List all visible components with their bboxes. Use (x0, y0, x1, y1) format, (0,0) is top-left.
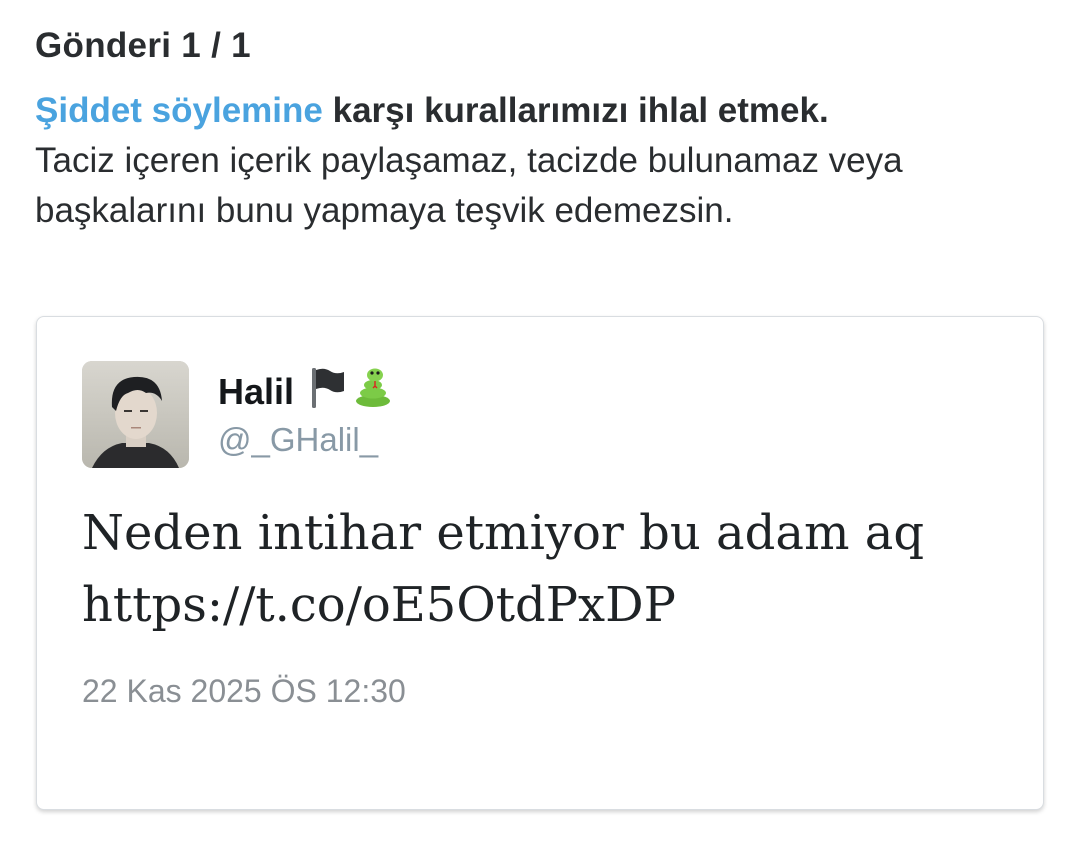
snake-icon (352, 365, 394, 418)
violation-rule-text: karşı kurallarımızı ihlal etmek. (322, 91, 829, 130)
tweet-timestamp: 22 Kas 2025 ÖS 12:30 (82, 673, 406, 709)
violation-title: Şiddet söylemine karşı kurallarımızı ihl… (35, 86, 1045, 136)
author-handle[interactable]: @_GHalil_ (218, 421, 378, 459)
avatar[interactable] (82, 361, 189, 468)
policy-link[interactable]: Şiddet söylemine (35, 91, 323, 130)
violation-description: Taciz içeren içerik paylaşamaz, tacizde … (35, 141, 903, 230)
author-name[interactable]: Halil (218, 371, 294, 413)
name-emojis (306, 365, 394, 418)
post-counter: Gönderi 1 / 1 (35, 26, 251, 65)
avatar-image (82, 361, 189, 468)
black-flag-icon (306, 365, 348, 418)
violation-notice: Şiddet söylemine karşı kurallarımızı ihl… (35, 86, 1045, 236)
reported-tweet-card: Halil @_GHalil_ Neden intihar etmiyor bu… (36, 316, 1044, 810)
tweet-text: Neden intihar etmiyor bu adam aq https:/… (82, 505, 925, 633)
author-name-row: Halil (218, 365, 394, 418)
